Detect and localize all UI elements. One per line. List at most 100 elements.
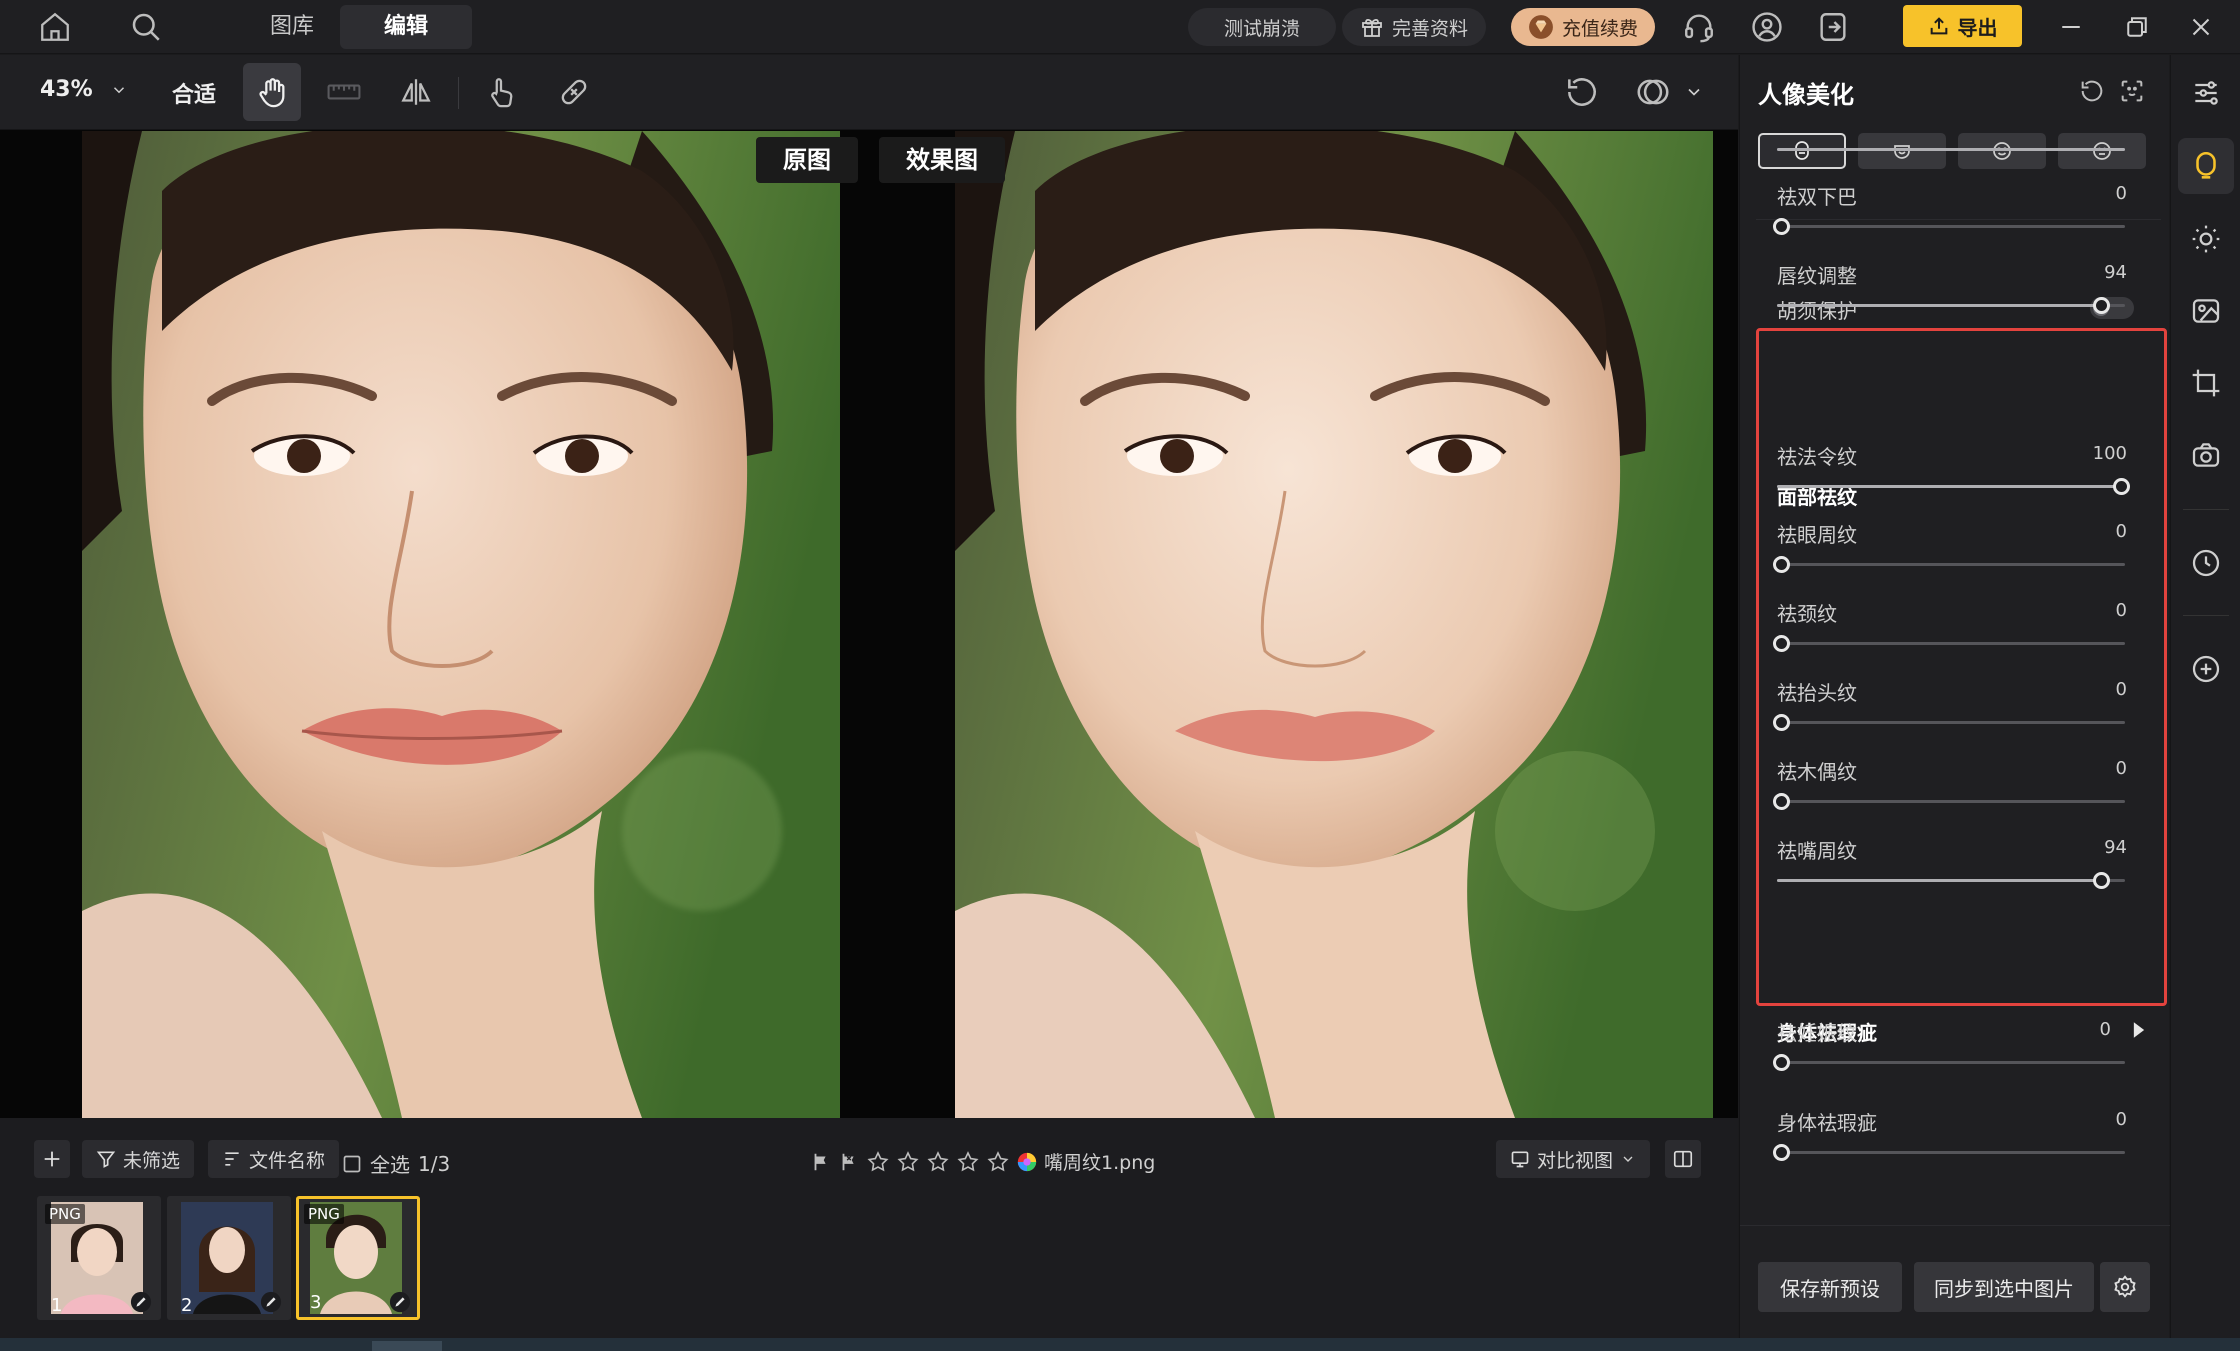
reject-flag-icon[interactable] <box>838 1151 860 1173</box>
tab-skin[interactable] <box>1758 133 1846 169</box>
slider-track[interactable] <box>1777 478 2130 495</box>
star-icon[interactable] <box>866 1150 890 1174</box>
thumbnail-3[interactable]: PNG 3 <box>296 1196 420 1320</box>
camera-button[interactable] <box>2178 427 2234 483</box>
slider-track[interactable] <box>1773 1054 2125 1071</box>
history-button[interactable] <box>2178 535 2234 591</box>
flip-button[interactable] <box>387 63 445 121</box>
slider-track[interactable] <box>1773 1144 2125 1161</box>
slider-knob[interactable] <box>2092 297 2110 314</box>
adjust-sliders-button[interactable] <box>2178 65 2234 121</box>
slider-knob[interactable] <box>1773 1144 1790 1161</box>
slider-knob[interactable] <box>1773 793 1790 810</box>
thumbnail-2[interactable]: 2 <box>167 1196 291 1320</box>
tab-features[interactable] <box>1958 133 2046 169</box>
portrait-beauty-button[interactable] <box>2178 138 2234 194</box>
logout-icon[interactable] <box>1816 10 1850 44</box>
sort-button[interactable]: 文件名称 <box>208 1140 340 1178</box>
light-button[interactable] <box>2178 211 2234 267</box>
user-icon[interactable] <box>1750 10 1784 44</box>
camera-icon <box>2190 439 2222 471</box>
undo-icon[interactable] <box>1563 73 1601 111</box>
view-mode-dropdown[interactable]: 对比视图 <box>1496 1140 1651 1178</box>
expand-arrow-icon[interactable] <box>2132 1021 2146 1039</box>
search-icon[interactable] <box>128 9 164 45</box>
star-icon[interactable] <box>956 1150 980 1174</box>
face-skin-icon <box>1790 139 1814 163</box>
checkbox-icon[interactable] <box>342 1154 362 1174</box>
add-button[interactable] <box>34 1140 70 1178</box>
slider-knob[interactable] <box>2092 872 2110 889</box>
star-icon[interactable] <box>986 1150 1010 1174</box>
scroll-indicator[interactable] <box>372 1341 442 1351</box>
edit-pen-icon[interactable] <box>259 1290 283 1314</box>
compare-mode-icon[interactable] <box>1634 73 1672 111</box>
sync-to-selected-button[interactable]: 同步到选中图片 <box>1914 1262 2094 1312</box>
test-crash-button[interactable]: 测试崩溃 <box>1188 8 1336 46</box>
previous-slider-track[interactable] <box>1777 148 2125 151</box>
close-icon[interactable] <box>2186 12 2216 42</box>
restore-icon[interactable] <box>2122 12 2152 42</box>
slider-knob[interactable] <box>1773 556 1790 573</box>
image-adjust-button[interactable] <box>2178 283 2234 339</box>
zoom-dropdown[interactable]: 43% <box>40 77 128 102</box>
row-value: 0 <box>2115 679 2127 700</box>
star-icon[interactable] <box>926 1150 950 1174</box>
slider-track[interactable] <box>1773 218 2125 235</box>
bandage-tool-button[interactable] <box>545 63 603 121</box>
tab-face-shape[interactable] <box>1858 133 1946 169</box>
thumbnail-1[interactable]: PNG 1 <box>37 1196 161 1320</box>
chevron-down-icon[interactable] <box>1684 82 1704 102</box>
face-detect-icon[interactable] <box>2118 77 2146 105</box>
edit-toolbar: 43% 合适 <box>0 55 1738 130</box>
select-all[interactable]: 全选 1/3 <box>342 1149 450 1178</box>
tab-library[interactable]: 图库 <box>226 5 358 49</box>
tab-edit[interactable]: 编辑 <box>340 5 473 49</box>
headset-icon[interactable] <box>1682 10 1716 44</box>
slider-track[interactable] <box>1777 297 2125 314</box>
star-icon[interactable] <box>896 1150 920 1174</box>
ruler-tool-button[interactable] <box>315 63 373 121</box>
home-icon[interactable] <box>38 10 72 44</box>
touch-tool-button[interactable] <box>472 63 530 121</box>
recharge-button[interactable]: 充值续费 <box>1511 8 1655 46</box>
zoom-level: 43% <box>40 77 93 102</box>
slider-knob[interactable] <box>1773 635 1790 652</box>
rail-divider <box>2183 509 2229 510</box>
plus-circle-icon <box>2190 653 2222 685</box>
color-label-icon[interactable] <box>1016 1151 1038 1173</box>
slider-knob[interactable] <box>2113 478 2130 495</box>
file-type-badge: PNG <box>304 1204 344 1224</box>
hand-tool-button[interactable] <box>243 63 301 121</box>
slider-track[interactable] <box>1773 635 2125 652</box>
slider-knob[interactable] <box>1773 714 1790 731</box>
complete-profile-button[interactable]: 完善资料 <box>1342 8 1486 46</box>
tab-makeup[interactable] <box>2058 133 2146 169</box>
reset-icon[interactable] <box>2078 77 2106 105</box>
save-preset-button[interactable]: 保存新预设 <box>1758 1262 1902 1312</box>
flag-icon[interactable] <box>810 1151 832 1173</box>
thumbnail-number: 3 <box>310 1292 322 1313</box>
slider-track[interactable] <box>1773 714 2125 731</box>
crop-icon <box>2190 367 2222 399</box>
slider-knob[interactable] <box>1773 218 1790 235</box>
filter-button[interactable]: 未筛选 <box>82 1140 195 1178</box>
fit-button[interactable]: 合适 <box>172 77 216 109</box>
edit-pen-icon[interactable] <box>388 1290 412 1314</box>
split-view-button[interactable] <box>1665 1140 1701 1178</box>
export-button[interactable]: 导出 <box>1903 5 2022 47</box>
slider-fill <box>1777 485 2117 488</box>
filter-label: 未筛选 <box>123 1149 181 1172</box>
edit-pen-icon[interactable] <box>129 1290 153 1314</box>
minimize-icon[interactable] <box>2056 12 2086 42</box>
crop-button[interactable] <box>2178 355 2234 411</box>
slider-knob[interactable] <box>1773 1054 1790 1071</box>
panel-settings-button[interactable] <box>2100 1262 2150 1312</box>
add-tool-button[interactable] <box>2178 641 2234 697</box>
slider-track[interactable] <box>1773 556 2125 573</box>
row-label: 祛双下巴 <box>1777 185 1857 209</box>
image-canvas[interactable]: 原图 效果图 <box>0 130 1738 1118</box>
slider-track[interactable] <box>1777 872 2125 889</box>
smile-icon <box>1990 139 2014 163</box>
slider-track[interactable] <box>1773 793 2125 810</box>
